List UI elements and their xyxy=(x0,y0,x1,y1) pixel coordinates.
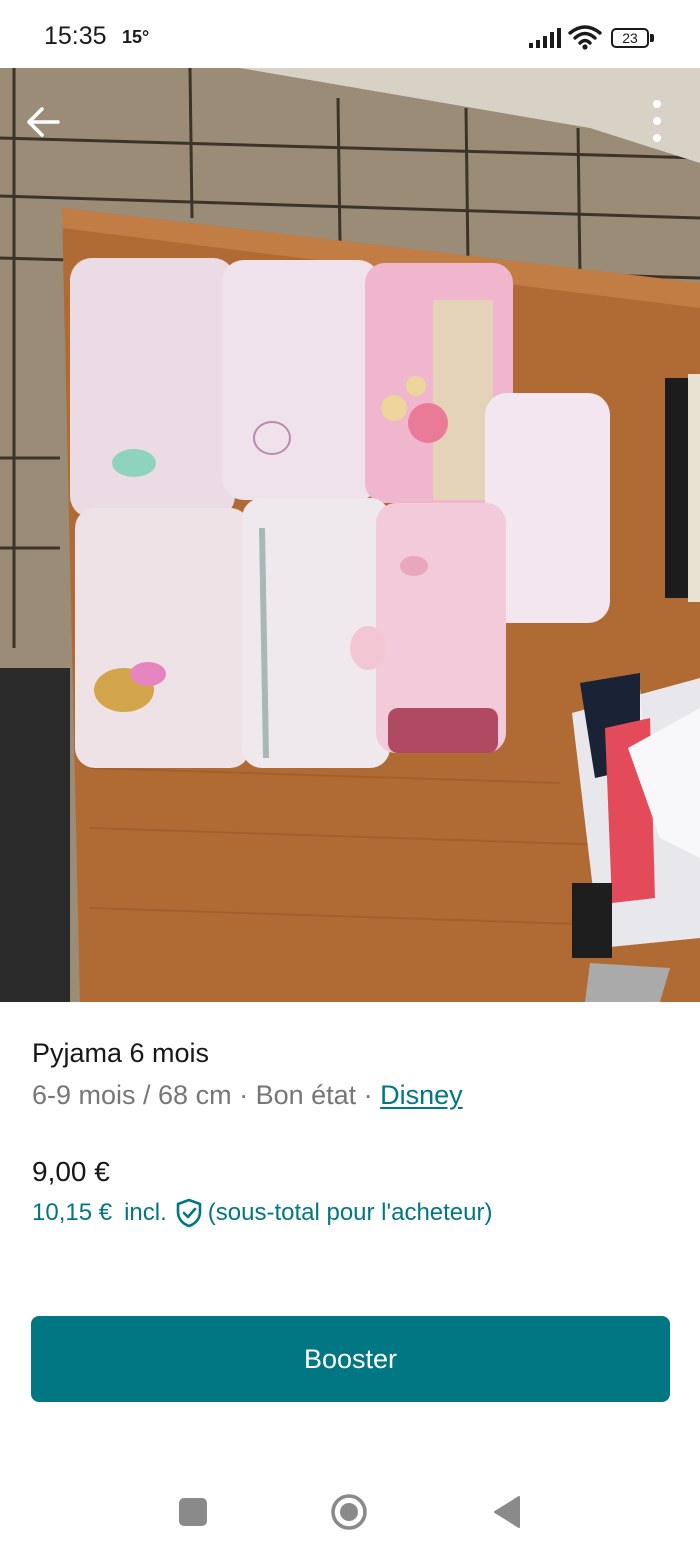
battery-icon: 23 xyxy=(611,28,649,48)
battery-tip xyxy=(650,34,654,42)
listing-photo[interactable] xyxy=(0,68,700,1002)
more-vertical-icon[interactable] xyxy=(630,94,686,150)
status-temperature: 15° xyxy=(122,27,150,47)
back-arrow-icon[interactable] xyxy=(16,94,72,150)
status-time: 15:35 xyxy=(44,22,107,50)
item-title: Pyjama 6 mois xyxy=(32,1038,210,1068)
signal-icon xyxy=(529,28,561,48)
item-condition: Bon état xyxy=(255,1080,357,1110)
meta-separator: · xyxy=(356,1080,381,1110)
buyer-price-note: (sous-total pour l'acheteur) xyxy=(207,1199,493,1226)
home-icon[interactable] xyxy=(330,1493,368,1531)
buyer-price-amount: 10,15 € xyxy=(32,1199,113,1226)
meta-separator: · xyxy=(231,1080,256,1110)
photo-illustration xyxy=(0,68,700,1002)
item-meta: 6-9 mois / 68 cm · Bon état · Disney xyxy=(32,1080,463,1111)
item-price: 9,00 € xyxy=(32,1156,110,1187)
booster-button[interactable]: Booster xyxy=(31,1316,670,1402)
recent-apps-icon[interactable] xyxy=(179,1498,207,1526)
wifi-icon xyxy=(568,25,602,50)
shield-check-icon xyxy=(176,1198,202,1228)
status-bar: 15:35 15° 23 xyxy=(0,0,700,68)
system-nav-bar xyxy=(0,1460,700,1559)
item-size: 6-9 mois / 68 cm xyxy=(32,1080,232,1110)
buyer-price-info[interactable]: 10,15 € incl. (sous-total pour l'acheteu… xyxy=(32,1198,492,1228)
system-back-icon[interactable] xyxy=(492,1495,522,1529)
brand-link[interactable]: Disney xyxy=(380,1080,463,1110)
buyer-price-incl-label: incl. xyxy=(124,1199,167,1226)
